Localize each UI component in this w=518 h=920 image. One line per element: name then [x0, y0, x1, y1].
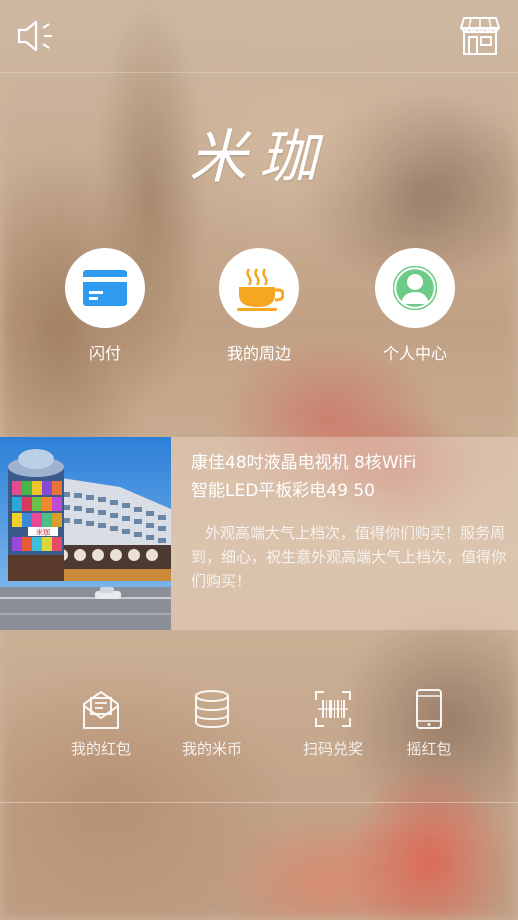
app-logo: 米珈	[188, 123, 329, 191]
bottom-actions: 我的红包 我的米币 扫码兑奖 摇红包	[0, 686, 518, 776]
promo-description: 外观高端大气上档次，值得你们购买！服务周到，细心，祝生意外观高端大气上档次，值得…	[191, 524, 507, 590]
storefront-icon[interactable]	[460, 14, 500, 56]
my-mi-coins-button[interactable]: 我的米币	[157, 686, 267, 759]
red-envelope-icon	[46, 686, 156, 732]
profile-button[interactable]: 个人中心	[355, 248, 475, 364]
shake-red-envelope-label: 摇红包	[406, 740, 452, 758]
speaker-icon[interactable]	[16, 18, 56, 54]
scan-redeem-label: 扫码兑奖	[302, 740, 363, 758]
quick-pay-button[interactable]: 闪付	[45, 248, 165, 364]
promo-image: 米珈	[0, 437, 171, 630]
scan-redeem-button[interactable]: 扫码兑奖	[278, 686, 388, 759]
barcode-scan-icon	[278, 686, 388, 732]
shake-red-envelope-button[interactable]: 摇红包	[374, 686, 484, 759]
promo-card[interactable]: 米珈 康佳48吋液晶电视机 8核WiFi 智能LED平板彩电49 50 外观高端…	[0, 437, 518, 630]
promo-title: 康佳48吋液晶电视机 8核WiFi 智能LED平板彩电49 50	[191, 449, 511, 505]
top-bar	[0, 0, 518, 73]
building-sign: 米珈	[36, 528, 50, 537]
my-mi-coins-label: 我的米币	[181, 740, 242, 758]
promo-title-line2: 智能LED平板彩电49 50	[191, 481, 375, 501]
nearby-label: 我的周边	[226, 344, 291, 363]
divider	[0, 802, 518, 803]
my-red-envelopes-button[interactable]: 我的红包	[46, 686, 156, 759]
quick-pay-label: 闪付	[88, 344, 121, 363]
promo-title-line1: 康佳48吋液晶电视机 8核WiFi	[191, 453, 417, 473]
user-icon	[375, 248, 455, 328]
coffee-cup-icon	[219, 248, 299, 328]
main-actions: 闪付 我的周边 个人中心	[0, 248, 518, 368]
nearby-button[interactable]: 我的周边	[199, 248, 319, 364]
my-red-envelopes-label: 我的红包	[70, 740, 131, 758]
phone-shake-icon	[374, 686, 484, 732]
card-icon	[65, 248, 145, 328]
coin-stack-icon	[157, 686, 267, 732]
profile-label: 个人中心	[382, 344, 447, 363]
